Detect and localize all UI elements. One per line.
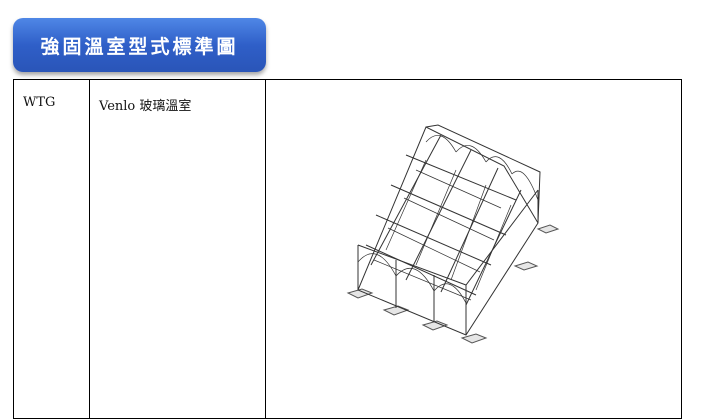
code-cell: WTG [13,79,90,419]
page-title: 強固溫室型式標準圖 [13,18,266,72]
image-cell [265,79,682,419]
table-row: WTG Venlo 玻璃溫室 [13,79,682,419]
greenhouse-frame-drawing [346,124,560,344]
name-cell: Venlo 玻璃溫室 [89,79,266,419]
type-name: Venlo 玻璃溫室 [99,99,192,114]
type-code: WTG [23,95,56,110]
spec-table: WTG Venlo 玻璃溫室 [13,79,682,419]
